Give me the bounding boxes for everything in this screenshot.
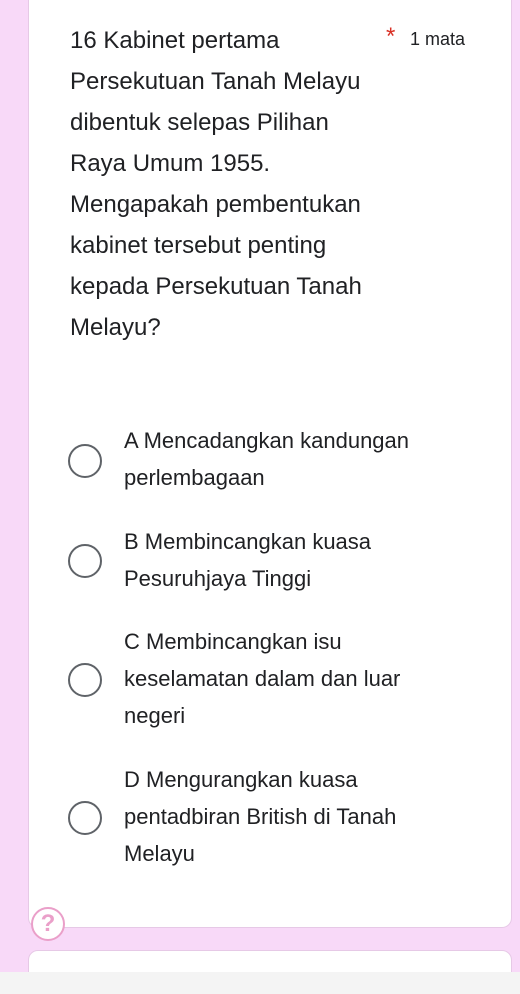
form-page: 16 Kabinet pertama Persekutuan Tanah Mel… (0, 0, 520, 994)
question-text: 16 Kabinet pertama Persekutuan Tanah Mel… (70, 27, 362, 341)
option-b[interactable]: B Membincangkan kuasa Pesuruhjaya Tinggi (68, 523, 468, 603)
question-mark-icon[interactable]: ? (31, 907, 65, 941)
option-a[interactable]: A Mencadangkan kandungan perlembagaan (68, 422, 468, 502)
radio-button-d[interactable] (68, 801, 102, 835)
option-c-label: C Membincangkan isu keselamatan dalam da… (124, 629, 401, 728)
option-d[interactable]: D Mengurangkan kuasa pentadbiran British… (68, 761, 468, 873)
radio-button-c[interactable] (68, 663, 102, 697)
option-d-label: D Mengurangkan kuasa pentadbiran British… (124, 767, 397, 866)
points-label: 1 mata (410, 29, 466, 49)
required-asterisk: * (386, 23, 396, 50)
option-c[interactable]: C Membincangkan isu keselamatan dalam da… (68, 623, 468, 735)
radio-button-a[interactable] (68, 444, 102, 478)
option-b-label: B Membincangkan kuasa Pesuruhjaya Tinggi (124, 529, 372, 591)
bottom-bar (0, 972, 520, 994)
option-a-label: A Mencadangkan kandungan perlembagaan (124, 428, 410, 490)
radio-button-b[interactable] (68, 544, 102, 578)
